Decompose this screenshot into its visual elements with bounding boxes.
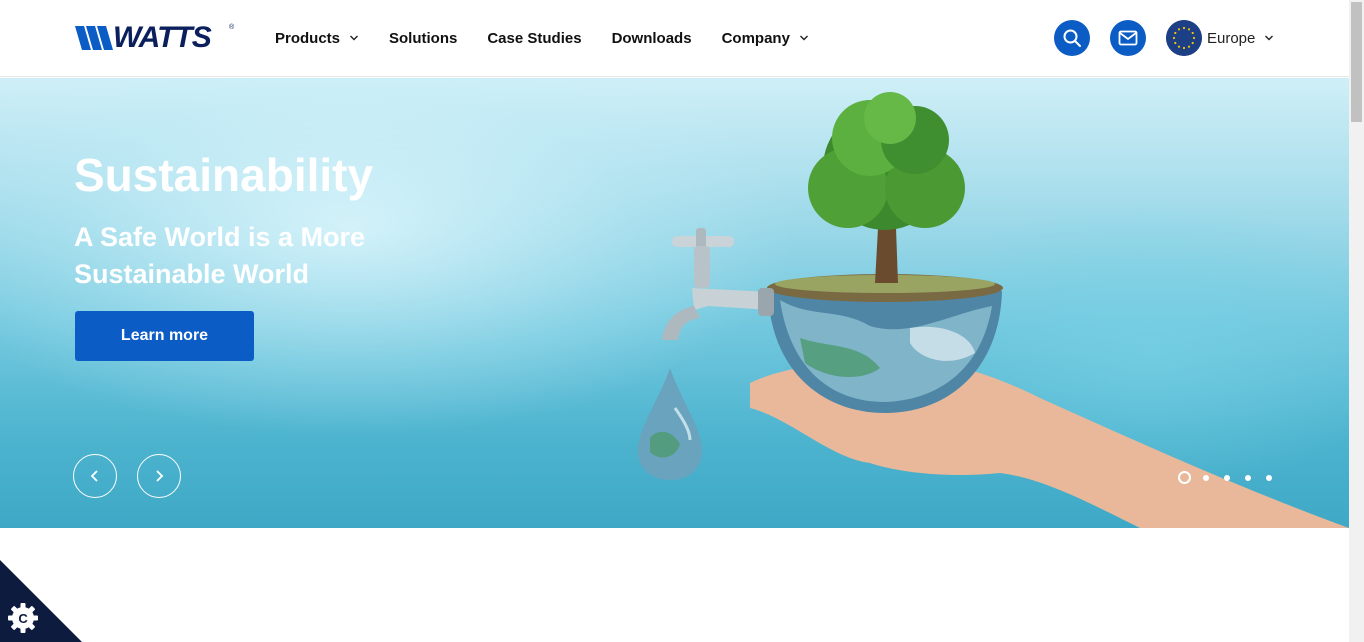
- eu-flag-icon: [1166, 20, 1202, 56]
- nav-item-downloads[interactable]: Downloads: [612, 30, 692, 47]
- scrollbar-thumb[interactable]: [1351, 2, 1362, 122]
- chevron-down-icon: [1265, 35, 1274, 41]
- cookie-settings-icon: C: [0, 560, 82, 642]
- chevron-left-icon: [90, 470, 98, 482]
- carousel-next-button[interactable]: [137, 454, 181, 498]
- carousel-dot[interactable]: [1224, 474, 1230, 481]
- carousel-dot[interactable]: [1245, 474, 1251, 481]
- hero-subtitle: A Safe World is a More Sustainable World: [74, 222, 366, 289]
- region-label: Europe: [1207, 29, 1256, 47]
- hero-title: Sustainability: [74, 149, 374, 201]
- region-selector[interactable]: Europe: [1166, 20, 1274, 56]
- chevron-down-icon: [799, 35, 808, 41]
- nav-item-label: Case Studies: [487, 29, 582, 47]
- carousel-dot[interactable]: [1178, 471, 1191, 484]
- nav-item-products[interactable]: Products: [275, 30, 359, 47]
- nav-item-company[interactable]: Company: [722, 30, 809, 47]
- contact-button[interactable]: [1110, 20, 1146, 56]
- hero-illustration-image: [638, 92, 1349, 528]
- nav-item-label: Solutions: [389, 29, 458, 47]
- hero-carousel: Sustainability A Safe World is a More Su…: [0, 78, 1349, 528]
- main-nav: Products Solutions Case Studies Download…: [275, 27, 839, 49]
- nav-item-label: Products: [275, 29, 341, 47]
- chevron-down-icon: [350, 35, 359, 41]
- site-header: WATTS ® Products Solutions Case Studies …: [0, 0, 1349, 77]
- chevron-right-icon: [156, 470, 164, 482]
- carousel-pagination: [1178, 471, 1287, 484]
- nav-item-label: Downloads: [611, 29, 692, 47]
- carousel-dot[interactable]: [1266, 474, 1272, 481]
- nav-item-label: Company: [721, 29, 790, 47]
- mail-icon: [1118, 30, 1138, 46]
- cookie-letter: C: [18, 611, 28, 626]
- logo-registered-mark: ®: [229, 24, 235, 31]
- search-icon: [1063, 29, 1081, 47]
- carousel-dot[interactable]: [1203, 474, 1209, 481]
- watts-logo[interactable]: WATTS ®: [75, 21, 237, 54]
- learn-more-button[interactable]: Learn more: [75, 311, 254, 361]
- carousel-prev-button[interactable]: [73, 454, 117, 498]
- cookie-settings-button[interactable]: C: [0, 560, 82, 642]
- search-button[interactable]: [1054, 20, 1090, 56]
- nav-item-solutions[interactable]: Solutions: [389, 30, 457, 47]
- nav-item-case-studies[interactable]: Case Studies: [487, 30, 581, 47]
- page-scrollbar[interactable]: [1349, 0, 1364, 642]
- logo-text: WATTS: [113, 21, 212, 54]
